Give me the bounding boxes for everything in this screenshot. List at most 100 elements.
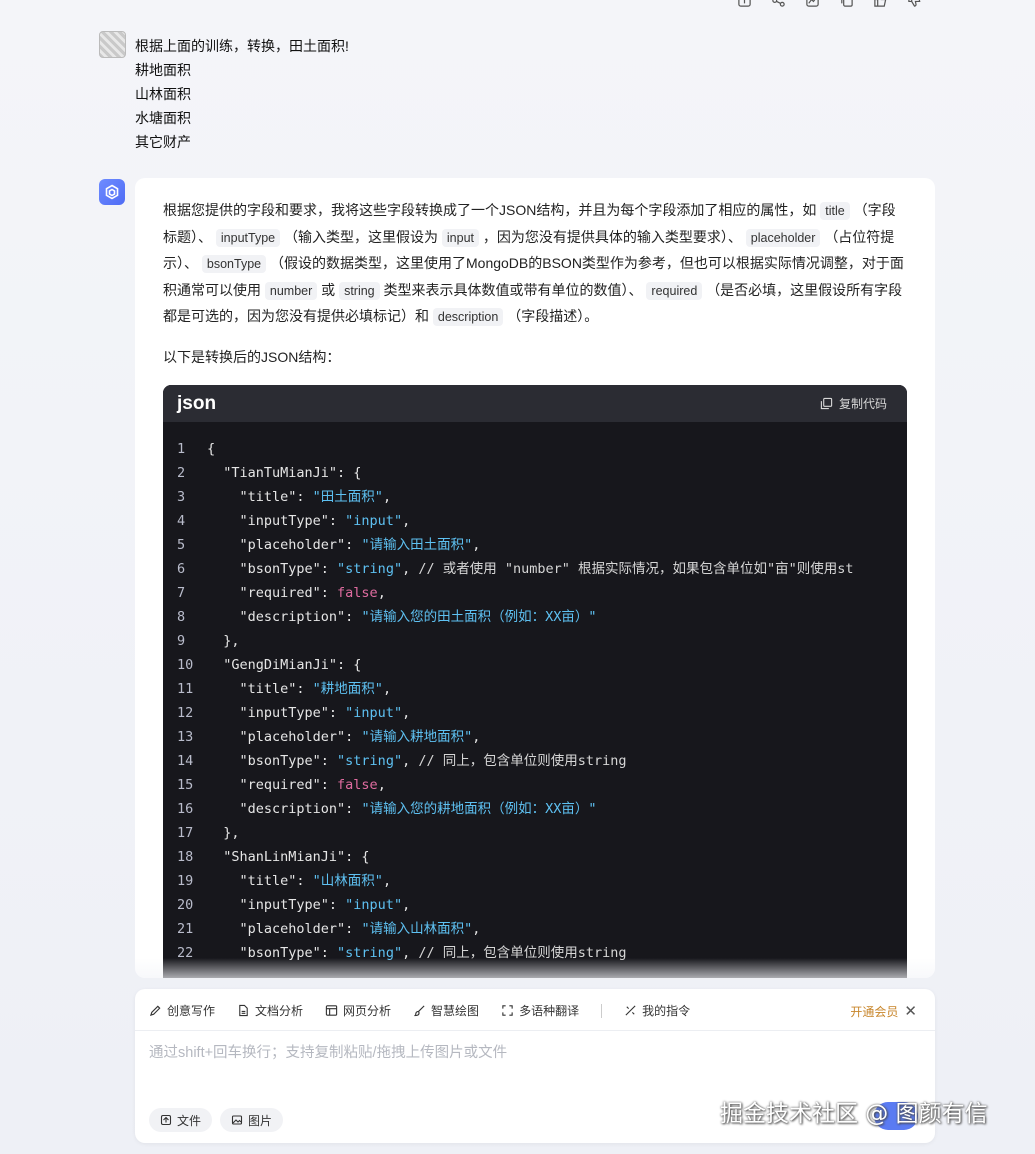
code-token: }, [207,825,240,841]
line-code: }, [207,629,239,653]
copy-code-label: 复制代码 [838,397,887,411]
share-icon[interactable] [770,0,786,8]
code-line: 9 }, [163,629,907,653]
my-commands-button[interactable]: 我的指令 [624,1002,690,1019]
line-code: "required": false, [207,581,386,605]
code-token: "请输入山林面积" [361,921,473,937]
assistant-paragraph: 以下是转换后的JSON结构： [163,348,341,365]
line-number: 20 [177,897,194,913]
tool-document-analysis[interactable]: 文档分析 [237,1002,303,1019]
chip-label: 图片 [248,1113,273,1128]
file-icon [160,1114,172,1126]
tool-translation[interactable]: 多语种翻译 [501,1002,579,1019]
code-token: "required": [207,777,338,793]
code-line: 20 "inputType": "input", [163,893,907,917]
chart-icon[interactable] [804,0,820,8]
text-span: （字段描述）。 [507,308,599,324]
code-token: "请输入您的田土面积（例如：XX亩）" [361,609,597,625]
translate-icon[interactable] [736,0,752,8]
code-token: "placeholder": [207,537,362,553]
thumbs-down-icon[interactable] [906,0,922,8]
line-code: "placeholder": "请输入山林面积", [207,917,481,941]
code-token: { [207,441,216,457]
code-line: 19 "title": "山林面积", [163,869,907,893]
copy-code-button[interactable]: 复制代码 [820,395,887,412]
code-token: "string" [337,561,403,577]
user-message: 根据上面的训练，转换，田土面积! 耕地面积 山林面积 水塘面积 其它财产 [135,34,349,154]
code-token: // 或者使用 "number" 根据实际情况，如果包含单位如"亩"则使用st [418,561,854,577]
inline-code: bsonType [201,255,267,273]
attachment-bar: 文件 图片 [149,1108,284,1132]
code-line: 5 "placeholder": "请输入田土面积", [163,533,907,557]
vip-banner: 开通会员 ✕ [850,1002,917,1020]
tool-creative-writing[interactable]: 创意写作 [149,1002,215,1019]
thumbs-up-icon[interactable] [872,0,888,8]
upload-file-button[interactable]: 文件 [149,1108,213,1132]
code-token: "田土面积" [312,489,383,505]
code-token: "placeholder": [207,921,362,937]
line-number: 8 [177,609,186,625]
scroll-fade [135,958,935,978]
code-token: , [402,561,419,577]
copy-icon[interactable] [838,0,854,8]
user-avatar [99,31,126,58]
code-token: "description": [207,609,362,625]
tool-webpage-analysis[interactable]: 网页分析 [325,1002,391,1019]
line-code: }, [207,821,240,845]
close-icon[interactable]: ✕ [904,1002,917,1020]
user-message-line: 耕地面积 [135,62,191,78]
assistant-message: 根据您提供的字段和要求，我将这些字段转换成了一个JSON结构，并且为每个字段添加… [135,178,935,978]
inline-code: description [432,308,504,326]
inline-code: inputType [215,228,281,247]
code-line: 17 }, [163,821,907,845]
divider [601,1003,603,1018]
code-token: false [337,585,378,601]
upload-image-button[interactable]: 图片 [220,1108,284,1132]
line-number: 19 [177,873,194,889]
line-number: 14 [177,753,194,769]
line-number: 2 [177,465,186,481]
code-token: "input" [345,513,403,529]
line-number: 13 [177,729,194,745]
code-token: "placeholder": [207,729,362,745]
tool-label: 智慧绘图 [431,1004,480,1018]
text-span: 或 [321,281,336,298]
code-token: , [402,753,419,769]
code-token: "inputType": [207,705,346,721]
code-token: , [472,537,481,553]
line-code: "placeholder": "请输入耕地面积", [207,725,481,749]
code-line: 1{ [163,437,907,461]
code-token: "GengDiMianJi": { [207,657,362,673]
code-line: 18 "ShanLinMianJi": { [163,845,907,869]
code-line: 16 "description": "请输入您的耕地面积（例如：XX亩）" [163,797,907,821]
code-token: , [402,705,411,721]
line-code: "inputType": "input", [207,509,411,533]
line-code: "description": "请输入您的田土面积（例如：XX亩）" [207,605,597,629]
code-token: , [377,777,386,793]
code-token: false [337,777,378,793]
code-language: json [177,392,217,414]
line-code: "required": false, [207,773,386,797]
code-token: "bsonType": [207,561,338,577]
code-block: json 复制代码 1{2 "TianTuMianJi": {3 "title"… [163,385,907,978]
line-number: 6 [177,561,186,577]
code-line: 6 "bsonType": "string", // 或者使用 "number"… [163,557,907,581]
line-number: 12 [177,705,194,721]
user-message-line: 水塘面积 [135,110,191,126]
chat-input[interactable]: 通过shift+回车换行；支持复制粘贴/拖拽上传图片或文件 [149,1041,507,1062]
code-token: "耕地面积" [312,681,383,697]
line-number: 3 [177,489,186,505]
image-icon [231,1115,243,1125]
chip-label: 文件 [177,1113,202,1128]
vip-link[interactable]: 开通会员 [850,1003,898,1020]
code-token: "山林面积" [312,873,383,889]
tool-smart-drawing[interactable]: 智慧绘图 [413,1002,479,1019]
inline-code: number [264,281,318,300]
code-token: "title": [207,873,313,889]
inline-code: string [339,281,380,300]
line-number: 9 [177,633,186,649]
code-token: "description": [207,801,362,817]
code-token: , [472,729,481,745]
line-code: "bsonType": "string", // 同上，包含单位则使用strin… [207,749,627,773]
line-code: "title": "田土面积", [207,485,392,509]
